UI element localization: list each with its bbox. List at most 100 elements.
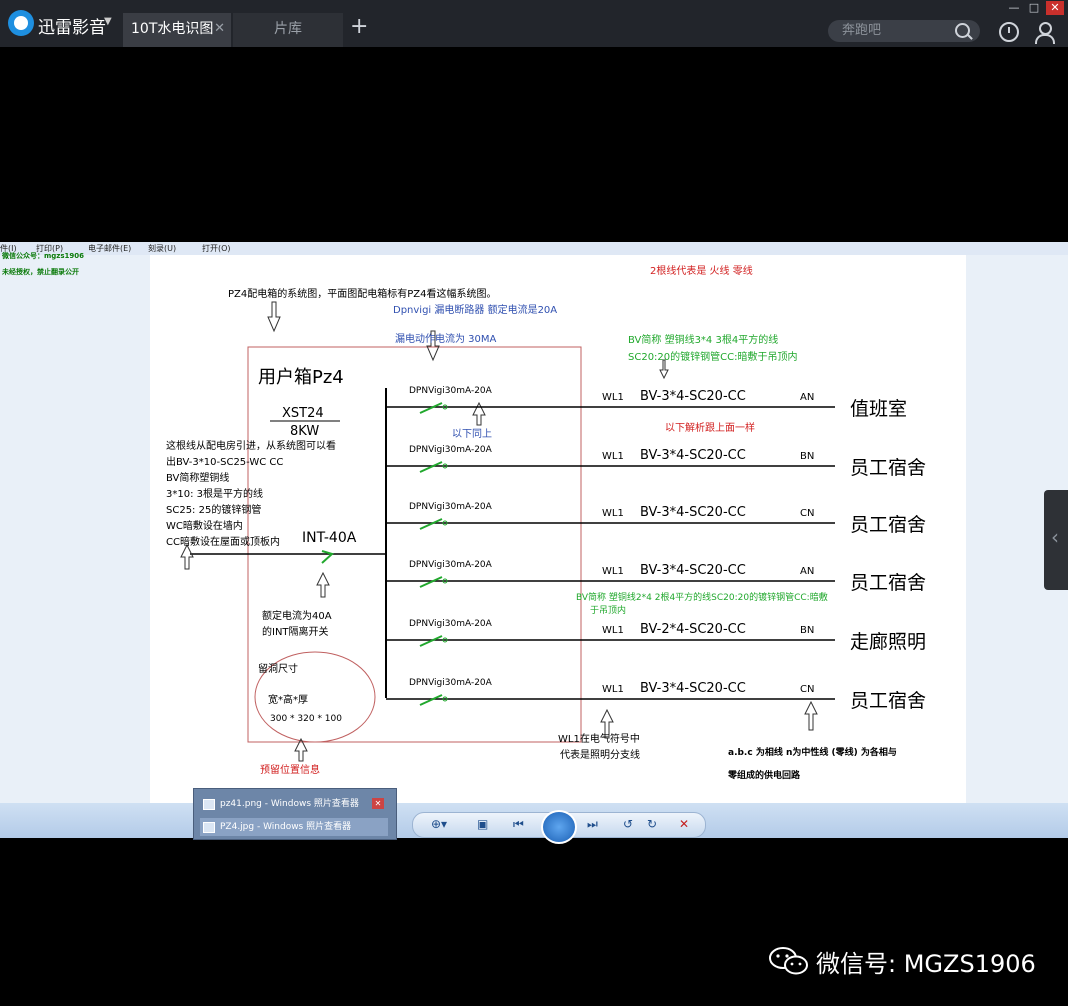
box-power: 8KW <box>290 424 319 439</box>
breaker-label: DPNVigi30mA-20A <box>409 678 493 688</box>
arrow-switch <box>316 571 330 598</box>
actual-size-icon[interactable]: ▣ <box>477 817 488 831</box>
incoming-note-1: 这根线从配电房引进，从系统图可以看 <box>166 439 336 452</box>
taskbar-preview-list: pz41.png - Windows 照片查看器 ✕ PZ4.jpg - Win… <box>193 788 397 840</box>
phase-label: AN <box>800 566 814 577</box>
close-icon[interactable]: ✕ <box>372 798 384 809</box>
arrow-incoming <box>180 543 194 570</box>
chevron-down-icon[interactable]: ▼ <box>104 16 112 27</box>
breaker-label: DPNVigi30mA-20A <box>409 619 493 629</box>
arrow-title <box>267 301 281 333</box>
breaker-label: DPNVigi30mA-20A <box>409 560 493 570</box>
main-switch-symbol <box>321 550 334 564</box>
wl-note-1: WL1在电气符号中 <box>558 732 640 745</box>
room-label: 走廊照明 <box>850 631 926 653</box>
room-label: 员工宿舍 <box>850 457 926 479</box>
minimize-icon[interactable]: — <box>1005 1 1023 15</box>
wl-label: WL1 <box>602 684 624 695</box>
rcd-note: Dpnvigi 漏电断路器 额定电流是20A <box>393 303 557 316</box>
video-frame: 件(I) 打印(P) 电子邮件(E) 刻录(U) 打开(O) 微信公众号：mgz… <box>0 242 1068 838</box>
phase-note-2: 零组成的供电回路 <box>727 769 801 781</box>
phase-label: AN <box>800 392 814 403</box>
phase-label: BN <box>800 625 814 636</box>
reserve-values: 300 * 320 * 100 <box>270 714 342 724</box>
wl-note-2: 代表是照明分支线 <box>560 748 640 761</box>
breaker-symbol <box>419 402 443 414</box>
breaker-label: DPNVigi30mA-20A <box>409 502 493 512</box>
room-label: 值班室 <box>850 398 907 420</box>
rotate-left-icon[interactable]: ↺ <box>623 817 633 831</box>
incoming-note-4: 3*10: 3根是平方的线 <box>166 487 263 500</box>
reserve-dims: 宽*高*厚 <box>268 693 308 706</box>
close-tab-icon[interactable]: ✕ <box>214 13 225 45</box>
same-below-note: 以下同上 <box>452 428 492 440</box>
image-file-icon <box>203 799 215 810</box>
phase-note-1: a.b.c 为相线 n为中性线 (零线) 为各相与 <box>728 746 897 758</box>
previous-icon[interactable]: ⏮ <box>513 817 524 832</box>
xunlei-logo-icon[interactable] <box>8 10 34 36</box>
wechat-account-text: 微信公众号：mgzs1906 <box>2 252 85 260</box>
phase-label: CN <box>800 684 814 695</box>
history-icon[interactable] <box>999 22 1019 42</box>
brand-name[interactable]: 迅雷影音 <box>38 13 106 38</box>
wechat-icon <box>769 947 808 975</box>
breaker-symbol <box>419 635 443 647</box>
parse-same-note: 以下解析跟上面一样 <box>665 421 755 434</box>
drawing-title: PZ4配电箱的系统图，平面图配电箱标有PZ4看这幅系统图。 <box>228 287 497 300</box>
tab-current-video[interactable]: 10T水电识图 ✕ <box>123 13 231 47</box>
add-tab-icon[interactable]: + <box>350 14 368 39</box>
system-diagram: 2根线代表是 火线 零线 PZ4配电箱的系统图，平面图配电箱标有PZ4看这幅系统… <box>166 264 926 781</box>
bv-note2-2: 于吊顶内 <box>590 604 626 616</box>
room-label: 员工宿舍 <box>850 690 926 712</box>
viewer-menu-bar: 件(I) 打印(P) 电子邮件(E) 刻录(U) 打开(O) <box>0 242 1068 255</box>
room-label: 员工宿舍 <box>850 514 926 536</box>
menu-item-open[interactable]: 打开(O) <box>202 242 231 255</box>
image-file-icon <box>203 822 215 833</box>
taskbar-item-pz41[interactable]: pz41.png - Windows 照片查看器 ✕ <box>200 795 388 813</box>
room-label: 员工宿舍 <box>850 572 926 594</box>
menu-item-email[interactable]: 电子邮件(E) <box>88 242 131 255</box>
bv-note2-1: BV简称 塑铜线2*4 2根4平方的线SC20:20的镀锌钢管CC:暗敷 <box>576 591 828 603</box>
breaker-symbol <box>419 518 443 530</box>
wl-label: WL1 <box>602 451 624 462</box>
cable-label: BV-3*4-SC20-CC <box>640 448 746 463</box>
reserve-label: 留洞尺寸 <box>258 662 298 675</box>
leakage-note: 漏电动作电流为 30MA <box>395 332 497 345</box>
search-box[interactable]: 奔跑吧 <box>828 20 980 42</box>
delete-icon[interactable]: ✕ <box>679 817 689 831</box>
menu-item-burn[interactable]: 刻录(U) <box>148 242 176 255</box>
taskbar-item-pz4[interactable]: PZ4.jpg - Windows 照片查看器 <box>200 818 388 836</box>
zoom-icon[interactable]: ⊕▾ <box>431 817 447 831</box>
breaker-symbol <box>419 576 443 588</box>
wl-label: WL1 <box>602 566 624 577</box>
incoming-note-2: 出BV-3*10-SC25-WC CC <box>166 455 283 468</box>
phase-label: BN <box>800 451 814 462</box>
rotate-right-icon[interactable]: ↻ <box>647 817 657 831</box>
reserve-note: 预留位置信息 <box>260 763 320 776</box>
cable-label: BV-3*4-SC20-CC <box>640 563 746 578</box>
incoming-note-5: SC25: 25的镀锌钢管 <box>166 503 261 516</box>
incoming-note-7: CC暗敷设在屋面或顶板内 <box>166 535 280 548</box>
player-title-bar: 迅雷影音 ▼ 10T水电识图 ✕ 片库 + 奔跑吧 — □ ✕ <box>0 0 1068 47</box>
incoming-note-3: BV简称塑铜线 <box>166 471 229 484</box>
slideshow-icon[interactable] <box>541 810 577 844</box>
next-icon[interactable]: ⏭ <box>587 817 598 832</box>
electrical-drawing: 2根线代表是 火线 零线 PZ4配电箱的系统图，平面图配电箱标有PZ4看这幅系统… <box>150 255 966 803</box>
tab-library[interactable]: 片库 <box>233 13 343 47</box>
watermark-text: 微信号: MGZS1906 <box>816 950 1036 978</box>
breaker-symbol <box>419 694 443 706</box>
search-icon[interactable] <box>955 23 970 38</box>
close-window-icon[interactable]: ✕ <box>1046 1 1064 15</box>
copyright-text: 未经授权，禁止翻录公开 <box>2 268 79 276</box>
main-switch-label: INT-40A <box>302 530 357 546</box>
wl-label: WL1 <box>602 392 624 403</box>
incoming-note-6: WC暗敷设在墙内 <box>166 519 243 532</box>
tab-label: 10T水电识图 <box>131 21 214 37</box>
top-note: 2根线代表是 火线 零线 <box>650 264 753 277</box>
side-panel-toggle[interactable] <box>1044 490 1068 590</box>
box-label: 用户箱Pz4 <box>258 367 344 388</box>
maximize-icon[interactable]: □ <box>1025 1 1043 15</box>
wl-label: WL1 <box>602 625 624 636</box>
cable-label: BV-3*4-SC20-CC <box>640 389 746 404</box>
user-icon[interactable] <box>1035 22 1055 44</box>
